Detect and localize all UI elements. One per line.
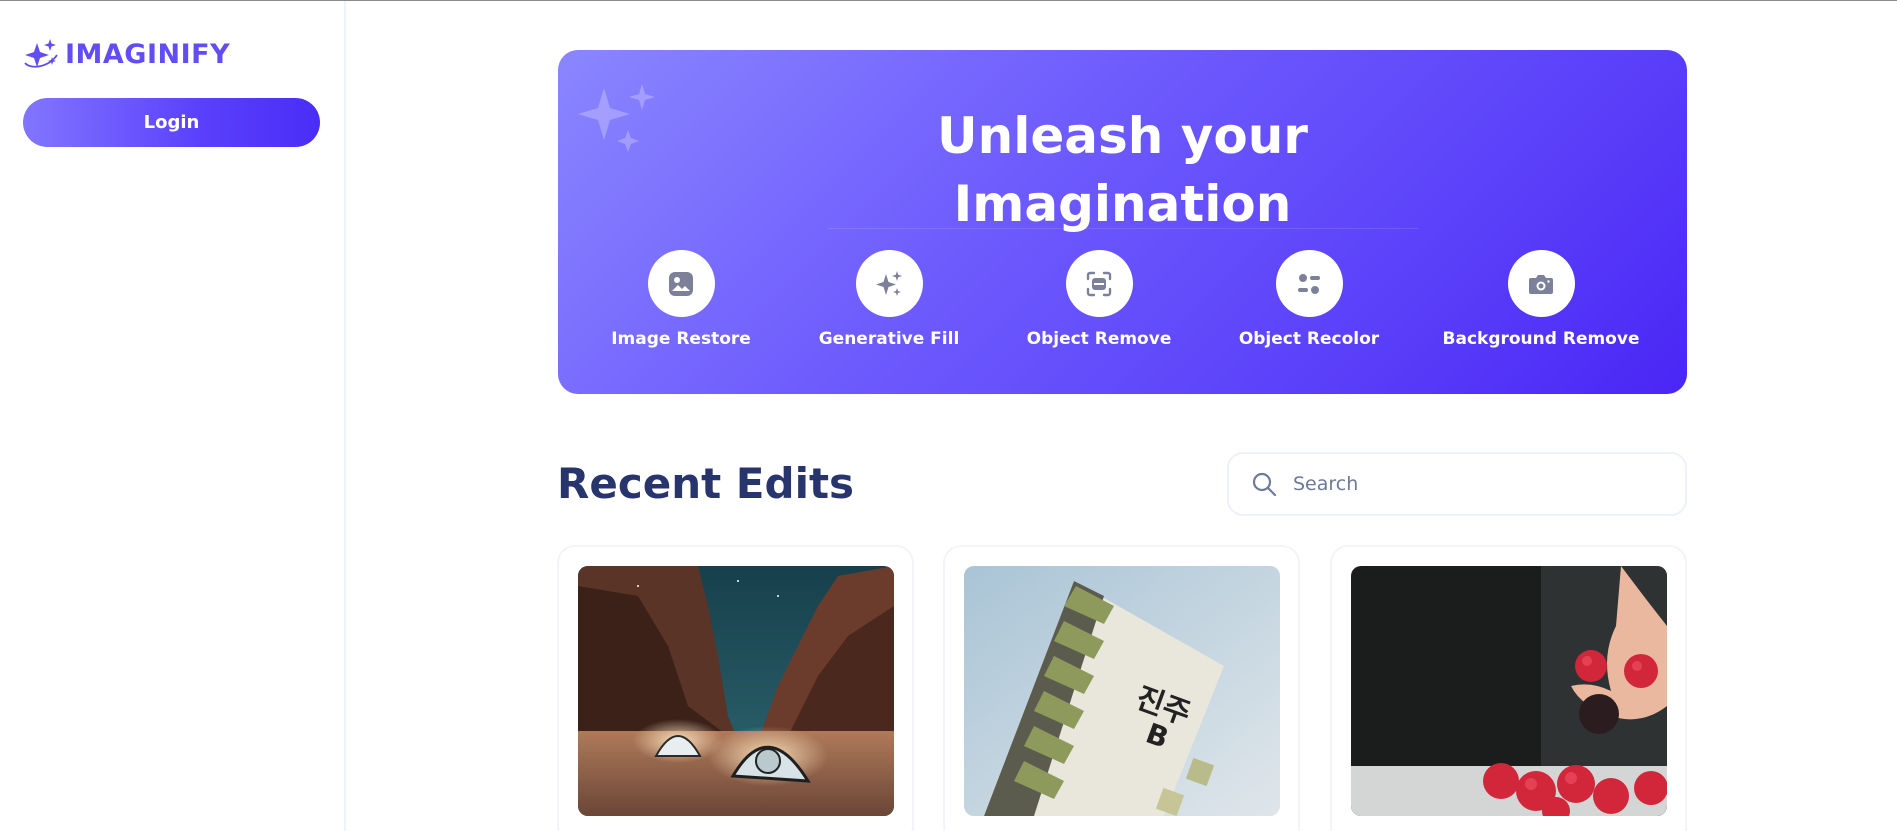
image-thumbnail-building[interactable]: 진주 B bbox=[964, 566, 1280, 816]
scan-icon bbox=[1086, 271, 1112, 296]
logo-text: IMAGINIFY bbox=[65, 38, 231, 70]
image-thumbnail-desert-tents[interactable] bbox=[578, 566, 894, 816]
building-image: 진주 B bbox=[964, 566, 1280, 816]
recent-edits-title: Recent Edits bbox=[557, 459, 855, 508]
image-thumbnail-raspberries[interactable] bbox=[1351, 566, 1667, 816]
banner-title-line2: Imagination bbox=[953, 175, 1292, 233]
main-content: Unleash your Imagination Image Restore G… bbox=[348, 1, 1897, 831]
logo-sparkle-icon bbox=[24, 39, 58, 68]
feature-label: Object Remove bbox=[1026, 329, 1172, 349]
feature-label: Image Restore bbox=[611, 329, 751, 349]
image-icon bbox=[669, 271, 693, 296]
feature-background-remove[interactable]: Background Remove bbox=[1441, 250, 1641, 349]
image-card[interactable] bbox=[557, 545, 914, 831]
camera-icon bbox=[1529, 274, 1553, 294]
logo[interactable]: IMAGINIFY bbox=[23, 37, 230, 71]
feature-object-remove[interactable]: Object Remove bbox=[999, 250, 1199, 349]
feature-label: Generative Fill bbox=[818, 329, 960, 349]
sidebar: IMAGINIFY Login bbox=[0, 1, 346, 831]
search-icon bbox=[1252, 472, 1277, 497]
feature-image-restore[interactable]: Image Restore bbox=[581, 250, 781, 349]
feature-label: Object Recolor bbox=[1238, 329, 1380, 349]
banner-title-line1: Unleash your bbox=[937, 107, 1308, 165]
raspberries-image bbox=[1351, 566, 1667, 816]
feature-circle bbox=[855, 250, 923, 317]
feature-circle bbox=[647, 250, 715, 317]
feature-label: Background Remove bbox=[1442, 329, 1640, 349]
sparkles-icon bbox=[876, 270, 902, 296]
hero-banner: Unleash your Imagination Image Restore G… bbox=[558, 50, 1687, 394]
filter-icon bbox=[1298, 273, 1320, 294]
feature-circle bbox=[1507, 250, 1575, 317]
feature-generative-fill[interactable]: Generative Fill bbox=[789, 250, 989, 349]
image-card[interactable] bbox=[1330, 545, 1687, 831]
feature-circle bbox=[1065, 250, 1133, 317]
image-card[interactable]: 진주 B bbox=[943, 545, 1300, 831]
search-input[interactable] bbox=[1293, 473, 1653, 495]
banner-divider bbox=[828, 228, 1418, 229]
feature-circle bbox=[1275, 250, 1343, 317]
search-field[interactable] bbox=[1227, 452, 1687, 516]
login-button[interactable]: Login bbox=[23, 98, 320, 147]
desert-tents-image bbox=[578, 566, 894, 816]
banner-title: Unleash your Imagination bbox=[558, 102, 1687, 238]
feature-object-recolor[interactable]: Object Recolor bbox=[1209, 250, 1409, 349]
